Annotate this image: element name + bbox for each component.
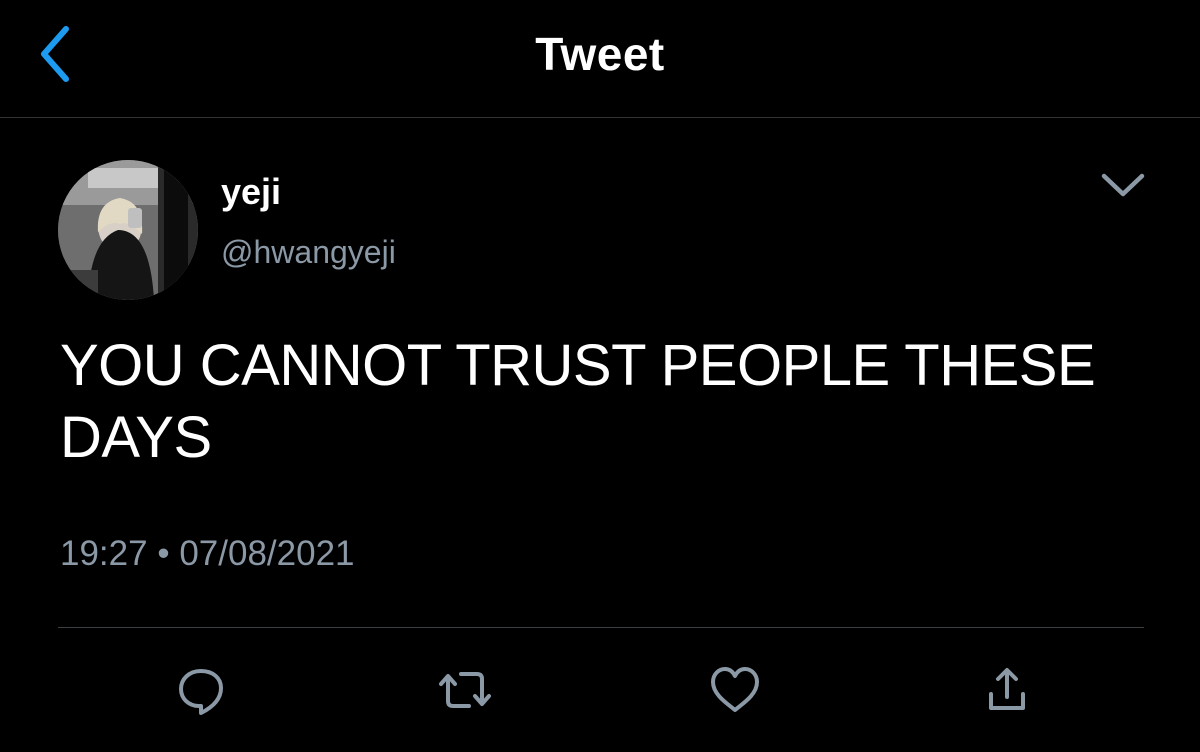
retweet-icon <box>439 672 491 708</box>
timestamp-separator: • <box>157 534 170 573</box>
share-icon <box>989 668 1025 710</box>
reply-button[interactable] <box>171 660 231 720</box>
avatar-photo <box>58 160 198 300</box>
author-handle[interactable]: @hwangyeji <box>221 232 396 272</box>
tweet-text: YOU CANNOT TRUST PEOPLE THESE DAYS <box>60 333 1096 470</box>
like-button[interactable] <box>705 660 765 720</box>
reply-icon <box>179 669 223 715</box>
author-display-name[interactable]: yeji <box>221 170 281 214</box>
tweet-options-button[interactable] <box>1095 165 1151 205</box>
page-title: Tweet <box>535 28 665 80</box>
tweet-date: 07/08/2021 <box>179 534 355 573</box>
app-header: Tweet <box>0 0 1200 118</box>
share-button[interactable] <box>977 660 1037 720</box>
retweet-button[interactable] <box>435 660 495 720</box>
tweet-timestamp: 19:27 • 07/08/2021 <box>60 532 355 576</box>
heart-icon <box>711 667 759 712</box>
chevron-down-icon <box>1101 173 1145 197</box>
avatar[interactable] <box>58 160 198 300</box>
tweet-time: 19:27 <box>60 534 148 573</box>
divider <box>58 627 1144 628</box>
